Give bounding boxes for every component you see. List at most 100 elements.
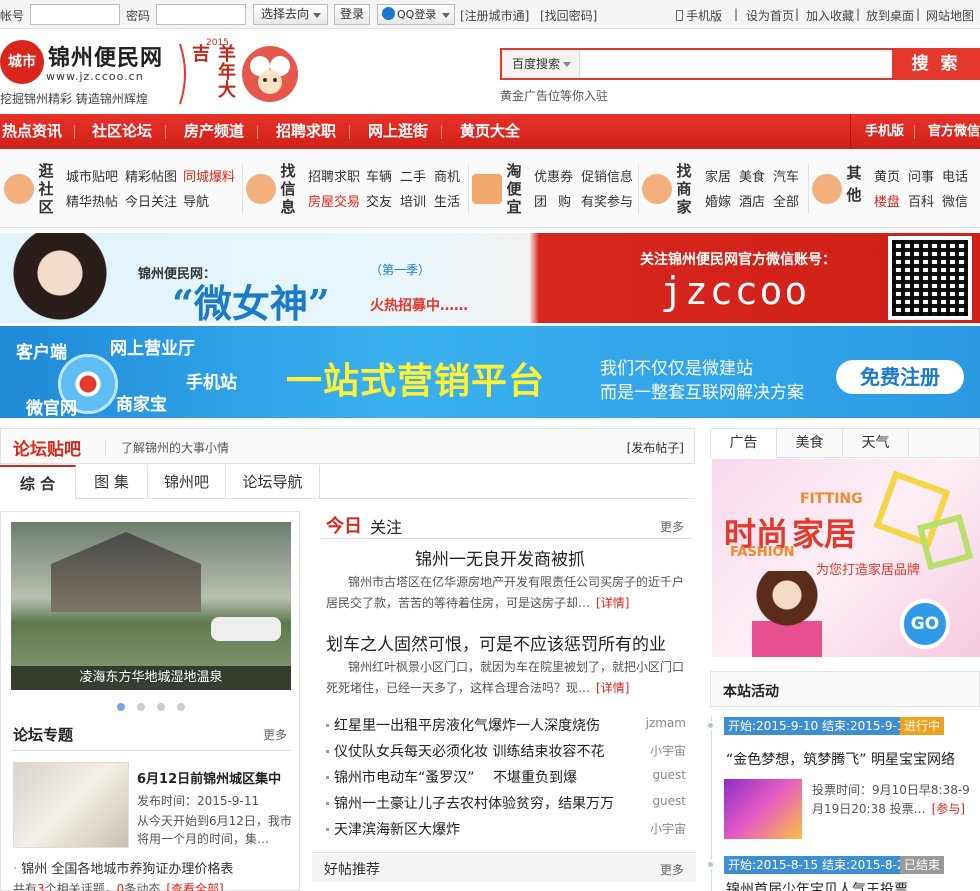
logo-badge[interactable]: 城市 — [0, 40, 44, 84]
list-item[interactable]: 锦州市电动车“蚤罗汉” 不堪重负到爆 guest — [326, 767, 686, 787]
cat-link[interactable]: 交友 — [366, 191, 392, 210]
nav-item-news[interactable]: 热点资讯 — [2, 114, 62, 149]
cat-link[interactable]: 楼盘 — [874, 191, 900, 210]
desktop-link[interactable]: 放到桌面 — [866, 7, 914, 24]
register-link[interactable]: [注册城市通] — [460, 7, 529, 24]
topic-headline[interactable]: 6月12日前锦州城区集中 — [137, 768, 281, 787]
favorite-link[interactable]: 加入收藏 — [806, 7, 854, 24]
cat-link[interactable]: 婚嫁 — [705, 191, 731, 210]
list-item[interactable]: 天津滨海新区大爆炸 小宇宙 — [326, 819, 686, 839]
view-all-link[interactable]: [查看全部] — [166, 882, 223, 891]
topic-foot-text: 共有 — [13, 882, 38, 891]
sitemap-link[interactable]: 网站地图 — [926, 7, 974, 24]
cat-link[interactable]: 城市贴吧 — [66, 166, 118, 185]
cat-link[interactable]: 有奖参与 — [581, 191, 633, 210]
carousel-dot[interactable] — [157, 703, 165, 711]
cat-link[interactable]: 促销信息 — [581, 166, 633, 185]
post-topic-link[interactable]: [发布帖子] — [627, 439, 684, 456]
cat-link[interactable]: 优惠券 — [534, 166, 573, 185]
list-item[interactable]: 仪仗队女兵每天必须化妆 训练结束妆容不花 小宇宙 — [326, 741, 686, 761]
cat-link[interactable]: 电话 — [942, 166, 968, 185]
topic-image[interactable] — [13, 762, 129, 848]
cat-link[interactable]: 同城爆料 — [183, 166, 235, 185]
cat-link[interactable]: 汽车 — [773, 166, 799, 185]
carousel-dot[interactable] — [177, 703, 185, 711]
tab-forum-nav[interactable]: 论坛导航 — [226, 465, 320, 499]
cat-link[interactable]: 今日关注 — [125, 191, 177, 210]
password-input[interactable] — [156, 4, 246, 25]
goddess-banner[interactable]: 锦州便民网： “微女神” （第一季） 火热招募中…… 关注锦州便民网官方微信账号… — [0, 233, 980, 323]
cat-link[interactable]: 精彩帖图 — [125, 166, 177, 185]
tab-ads[interactable]: 广告 — [711, 429, 777, 458]
cat-link[interactable]: 黄页 — [874, 166, 900, 185]
cat-link[interactable]: 问事 — [908, 166, 934, 185]
account-input[interactable] — [30, 4, 120, 25]
good-posts-more-link[interactable]: 更多 — [660, 861, 684, 878]
tab-weather[interactable]: 天气 — [843, 429, 909, 458]
cat-link[interactable]: 导航 — [183, 191, 209, 210]
cat-link[interactable]: 美食 — [739, 166, 765, 185]
featured-photo[interactable]: 凌海东方华地城湿地温泉 — [11, 522, 291, 690]
cat-link[interactable]: 生活 — [434, 191, 460, 210]
nav-item-mobile[interactable]: 手机版 — [865, 114, 904, 149]
cat-link[interactable]: 招聘求职 — [308, 166, 360, 185]
search-button[interactable]: 搜 索 — [892, 48, 980, 80]
search-engine-select[interactable]: 百度搜索 — [502, 50, 580, 78]
list-item[interactable]: 红星里一出租平房液化气爆炸一人深度烧伤 jzmam — [326, 715, 686, 735]
list-item[interactable]: 锦州一土豪让儿子去农村体验贫穷，结果万万 guest — [326, 793, 686, 813]
headline-2-text: 锦州红叶枫景小区门口，就因为车在院里被划了，就把小区门口死死堵住，已经一天多了，… — [326, 660, 685, 695]
topic-list-item[interactable]: · 锦州 全国各地城市养狗证办理价格表 — [13, 858, 233, 877]
cat-link[interactable]: 微信 — [942, 191, 968, 210]
activity-1-image[interactable] — [724, 779, 802, 839]
detail-link[interactable]: [详情] — [596, 681, 629, 695]
go-button[interactable]: GO — [900, 599, 950, 649]
cat-link[interactable]: 精华热帖 — [66, 191, 118, 210]
cat-link[interactable]: 培训 — [400, 191, 426, 210]
tab-general[interactable]: 综 合 — [0, 465, 76, 500]
search-input[interactable] — [582, 50, 892, 78]
cat-link[interactable]: 房屋交易 — [308, 191, 360, 210]
home-fashion-ad[interactable]: 时尚 家居 FITTING FASHION 为您打造家居品牌 GO — [712, 459, 980, 657]
headline-2[interactable]: 划车之人固然可恨，可是不应该惩罚所有的业 — [326, 630, 666, 655]
cat-link[interactable]: 团 — [534, 191, 547, 210]
marketing-banner[interactable]: 客户端 网上营业厅 手机站 微官网 商家宝 一站式营销平台 我们不仅仅是微建站 … — [0, 326, 980, 418]
cat-link[interactable]: 二手 — [400, 166, 426, 185]
model-photo — [0, 233, 130, 323]
free-register-button[interactable]: 免费注册 — [836, 360, 964, 394]
nav-item-yellowpages[interactable]: 黄页大全 — [460, 114, 520, 149]
set-home-link[interactable]: 设为首页 — [746, 7, 794, 24]
activity-1-title[interactable]: “金色梦想，筑梦腾飞” 明星宝宝网络 — [726, 749, 955, 769]
detail-link[interactable]: [详情] — [596, 596, 629, 610]
cat-title-community: 逛社区 — [38, 162, 54, 216]
tab-jinzhou-bar[interactable]: 锦州吧 — [148, 465, 226, 499]
cat-link[interactable]: 家居 — [705, 166, 731, 185]
carousel-dot[interactable] — [137, 703, 145, 711]
tab-food[interactable]: 美食 — [777, 429, 843, 458]
nav-item-shopping[interactable]: 网上逛街 — [368, 114, 428, 149]
topic-more-link[interactable]: 更多 — [263, 726, 287, 743]
qq-login-button[interactable]: QQ登录 — [377, 4, 455, 25]
find-password-link[interactable]: [找回密码] — [540, 7, 597, 24]
logo-text[interactable]: 锦州便民网 — [48, 40, 163, 72]
join-link[interactable]: [参与] — [932, 802, 965, 816]
cat-link[interactable]: 车辆 — [366, 166, 392, 185]
banner2-word: 手机站 — [186, 373, 237, 393]
activity-2-title[interactable]: 锦州首届少年宝贝人气王投票 — [726, 879, 908, 891]
nav-item-forum[interactable]: 社区论坛 — [92, 114, 152, 149]
tab-gallery[interactable]: 图 集 — [76, 465, 148, 499]
carousel-dot[interactable] — [117, 703, 125, 711]
headline-1[interactable]: 锦州一无良开发商被抓 — [415, 545, 585, 570]
nav-item-wechat[interactable]: 官方微信 — [928, 114, 980, 149]
login-button[interactable]: 登录 — [334, 4, 370, 25]
nav-item-jobs[interactable]: 招聘求职 — [276, 114, 336, 149]
cat-link[interactable]: 百科 — [908, 191, 934, 210]
cat-link[interactable]: 全部 — [773, 191, 799, 210]
mobile-link[interactable]: 手机版 — [676, 7, 722, 24]
goto-select[interactable]: 选择去向 — [253, 4, 328, 25]
cat-link[interactable]: 购 — [558, 191, 571, 210]
cat-link[interactable]: 商机 — [434, 166, 460, 185]
today-more-link[interactable]: 更多 — [660, 518, 684, 535]
ad-tip-link[interactable]: 黄金广告位等你入驻 — [500, 87, 608, 104]
nav-item-house[interactable]: 房产频道 — [184, 114, 244, 149]
cat-link[interactable]: 酒店 — [739, 191, 765, 210]
